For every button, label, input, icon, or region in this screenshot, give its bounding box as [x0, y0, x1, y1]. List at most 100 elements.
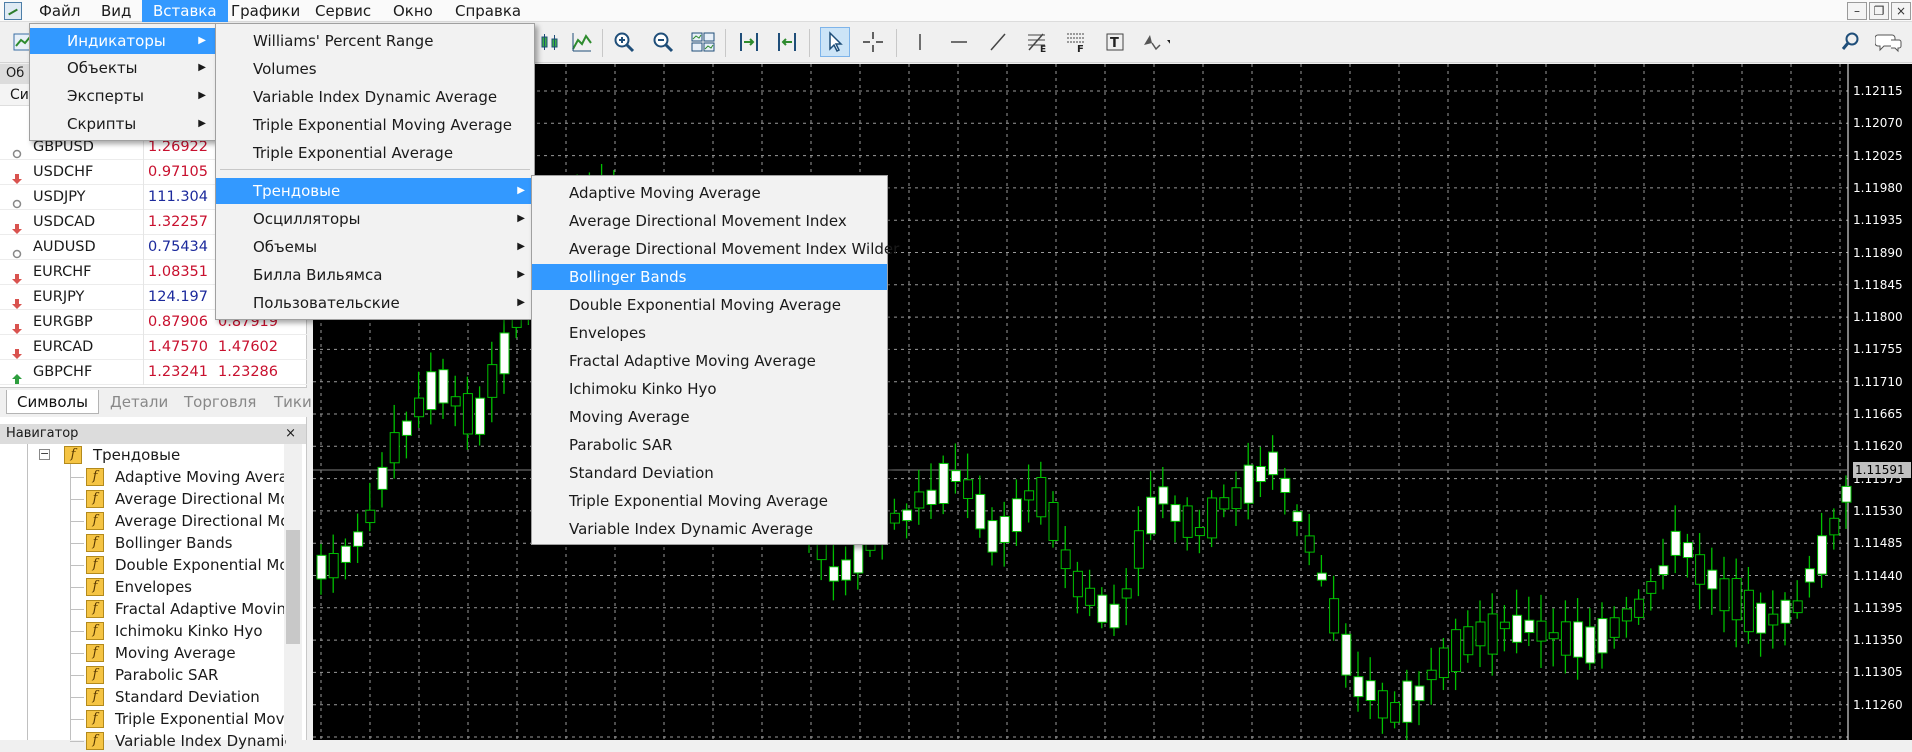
menu-window[interactable]: Окно [382, 0, 444, 22]
menu-item-trend-indicator[interactable]: Moving Average [532, 404, 887, 430]
candle-body [889, 512, 900, 524]
navigator-indicator-item[interactable]: f Parabolic SAR [86, 664, 286, 686]
tab-details[interactable]: Детали [100, 390, 178, 414]
navigator-indicator-item[interactable]: f Triple Exponential Moving Average [86, 708, 286, 730]
navigator-item-label: Double Exponential Moving Average [115, 556, 286, 574]
text-label-icon[interactable]: T [1100, 27, 1130, 57]
menu-item-category[interactable]: Пользовательские ▶ [216, 290, 534, 316]
price-axis-label: 1.11935 [1853, 213, 1903, 228]
candle-body [1036, 476, 1047, 518]
close-button[interactable]: × [1891, 2, 1911, 20]
candle-body [365, 509, 376, 524]
tab-trading[interactable]: Торговля [174, 390, 266, 414]
minimize-button[interactable]: – [1847, 2, 1867, 20]
menu-item-trend-indicator[interactable]: Average Directional Movement Index Wilde… [532, 236, 899, 262]
candle-body [1365, 680, 1376, 702]
navigator-indicator-item[interactable]: f Fractal Adaptive Moving Average [86, 598, 286, 620]
navigator-indicator-item[interactable]: f Standard Deviation [86, 686, 286, 708]
current-price-label: 1.11591 [1853, 462, 1911, 478]
menu-item-trend-indicator[interactable]: Parabolic SAR [532, 432, 887, 458]
menu-help[interactable]: Справка [444, 0, 532, 22]
menu-item-indicator[interactable]: Williams' Percent Range [216, 28, 534, 54]
navigator-indicator-item[interactable]: f Adaptive Moving Average [86, 466, 286, 488]
app-icon[interactable] [4, 2, 22, 20]
crosshair-icon[interactable] [858, 27, 888, 57]
quote-ask: 1.47602 [218, 339, 278, 355]
horizontal-line-icon[interactable] [944, 27, 974, 57]
quote-row[interactable]: EURCAD 1.47570 1.47602 [0, 335, 307, 360]
navigator-item-label: Parabolic SAR [115, 666, 219, 684]
menu-charts[interactable]: Графики [220, 0, 311, 22]
menu-view[interactable]: Вид [90, 0, 142, 22]
arrows-icon[interactable] [1140, 27, 1170, 57]
navigator-indicator-item[interactable]: f Ichimoku Kinko Hyo [86, 620, 286, 642]
search-icon[interactable] [1836, 27, 1866, 57]
menu-item-indicator[interactable]: Triple Exponential Average [216, 140, 534, 166]
navigator-indicator-item[interactable]: f Average Directional Movement Index Wild… [86, 510, 286, 532]
menu-tools[interactable]: Сервис [304, 0, 382, 22]
candle-body [1097, 594, 1108, 623]
menu-item-trend-indicator[interactable]: Ichimoku Kinko Hyo [532, 376, 887, 402]
quote-row[interactable]: GBPCHF 1.23241 1.23286 [0, 360, 307, 385]
candle-body [1402, 680, 1413, 723]
tile-windows-icon[interactable] [688, 27, 718, 57]
chart-shift-icon[interactable] [734, 27, 764, 57]
fibo-fan-icon[interactable]: F [1061, 27, 1091, 57]
cursor-icon[interactable] [820, 27, 850, 57]
menu-item-trend-indicator[interactable]: Standard Deviation [532, 460, 887, 486]
menu-item-trend-indicator[interactable]: Adaptive Moving Average [532, 180, 887, 206]
vertical-line-icon[interactable] [905, 27, 935, 57]
quote-symbol: AUDUSD [33, 239, 96, 255]
navigator-indicator-item[interactable]: f Average Directional Movement Index [86, 488, 286, 510]
line-chart-icon[interactable] [567, 27, 597, 57]
tree-collapse-toggle[interactable]: − [39, 448, 50, 460]
menu-insert[interactable]: Вставка [142, 0, 228, 22]
candlestick-icon[interactable] [535, 27, 565, 57]
quote-bid: 1.32257 [148, 214, 208, 230]
menu-item-trend-indicator[interactable]: Average Directional Movement Index [532, 208, 887, 234]
menu-item-indicators[interactable]: Индикаторы ▶ [30, 28, 215, 54]
navigator-scroll-thumb[interactable] [286, 530, 300, 644]
candle-body [1524, 619, 1535, 634]
menu-item-indicator[interactable]: Volumes [216, 56, 534, 82]
menu-file[interactable]: Файл [28, 0, 91, 22]
menu-item-category[interactable]: Трендовые ▶ [216, 178, 534, 204]
zoom-in-icon[interactable] [609, 27, 639, 57]
navigator-item-label: Average Directional Movement Index Wilde… [115, 512, 286, 530]
navigator-indicator-item[interactable]: f Variable Index Dynamic Average [86, 730, 286, 752]
menu-item-objects[interactable]: Объекты ▶ [30, 55, 215, 81]
navigator-item-label: Adaptive Moving Average [115, 468, 286, 486]
navigator-indicator-item[interactable]: f Bollinger Bands [86, 532, 286, 554]
menu-item-category[interactable]: Объемы ▶ [216, 234, 534, 260]
navigator-indicator-item[interactable]: f Double Exponential Moving Average [86, 554, 286, 576]
navigator-indicator-item[interactable]: f Moving Average [86, 642, 286, 664]
trendline-icon[interactable] [983, 27, 1013, 57]
menu-item-trend-indicator[interactable]: Bollinger Bands [532, 264, 887, 290]
menu-item-experts[interactable]: Эксперты ▶ [30, 83, 215, 109]
menu-item-category[interactable]: Билла Вильямса ▶ [216, 262, 534, 288]
candle-body [1060, 549, 1071, 570]
trend-submenu: Adaptive Moving Average Average Direction… [531, 175, 899, 545]
menu-item-scripts[interactable]: Скрипты ▶ [30, 111, 215, 137]
restore-button[interactable]: ❐ [1869, 2, 1889, 20]
tab-symbols[interactable]: Символы [6, 390, 99, 414]
chat-icon[interactable] [1874, 27, 1904, 57]
zoom-out-icon[interactable] [648, 27, 678, 57]
menu-item-trend-indicator[interactable]: Variable Index Dynamic Average [532, 516, 887, 542]
menu-item-trend-indicator[interactable]: Triple Exponential Moving Average [532, 488, 887, 514]
navigator-close-button[interactable]: × [285, 424, 296, 444]
navigator-indicator-item[interactable]: f Envelopes [86, 576, 286, 598]
menu-item-trend-indicator[interactable]: Fractal Adaptive Moving Average [532, 348, 887, 374]
menu-item-indicator[interactable]: Triple Exponential Moving Average [216, 112, 534, 138]
candle-body [1487, 613, 1498, 655]
menu-item-trend-indicator[interactable]: Double Exponential Moving Average [532, 292, 887, 318]
fibonacci-icon[interactable]: E [1022, 27, 1052, 57]
candle-body [1804, 568, 1815, 583]
menu-item-category[interactable]: Осцилляторы ▶ [216, 206, 534, 232]
menu-item-trend-indicator[interactable]: Envelopes [532, 320, 887, 346]
menu-item-indicator[interactable]: Variable Index Dynamic Average [216, 84, 534, 110]
autoscroll-icon[interactable] [772, 27, 802, 57]
candle-body [1377, 690, 1388, 719]
tree-folder-trend[interactable]: f Трендовые [64, 444, 264, 466]
candle-body [1780, 599, 1791, 624]
